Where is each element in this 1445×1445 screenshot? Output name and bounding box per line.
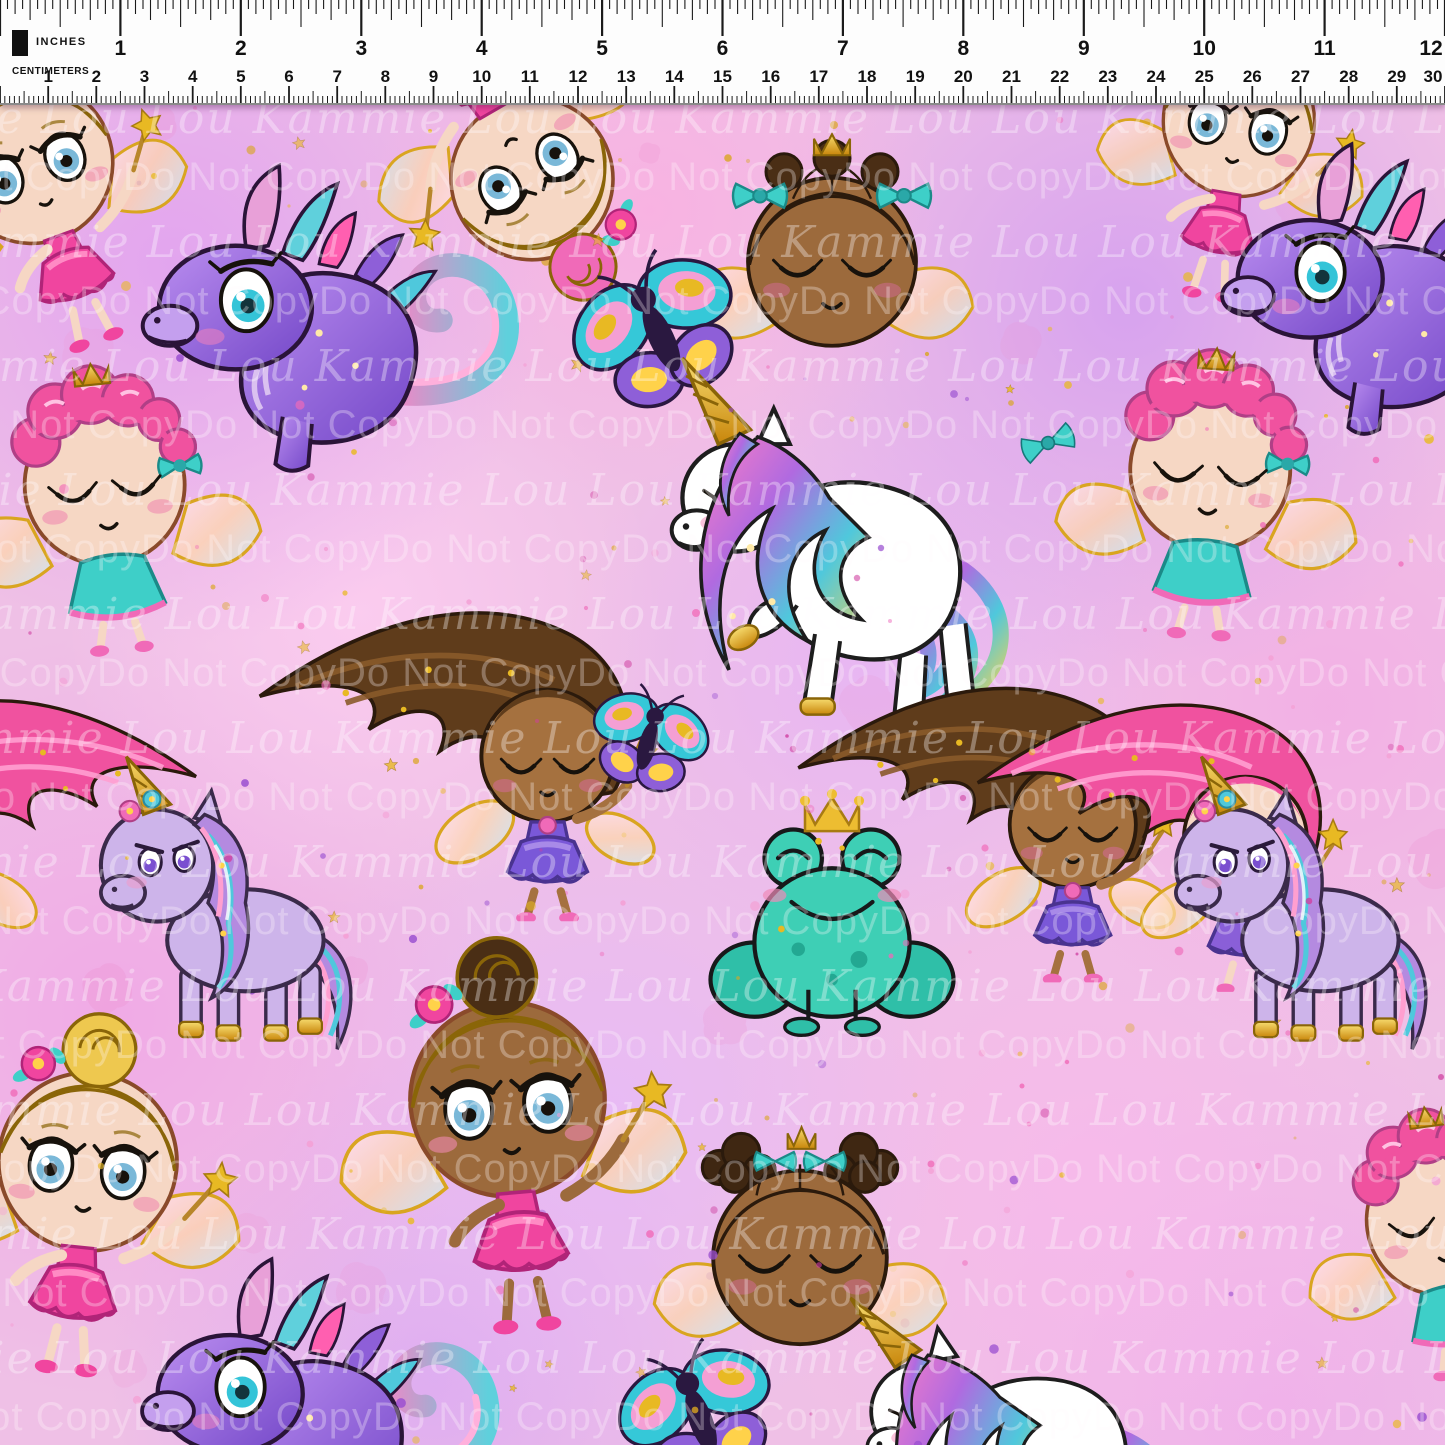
fairy-face-puffs-illustration	[654, 1127, 945, 1344]
cm-number: 7	[332, 67, 341, 86]
unicorn-illustration	[672, 358, 1001, 732]
cm-number: 27	[1291, 67, 1310, 86]
inch-number: 5	[596, 37, 608, 60]
inch-number: 11	[1313, 37, 1336, 60]
cm-number: 26	[1243, 67, 1262, 86]
cm-number: 4	[188, 67, 198, 86]
inch-number: 8	[957, 37, 969, 60]
dragon-illustration	[143, 166, 507, 471]
fairy-curls-illustration	[1286, 1088, 1445, 1398]
cm-number: 23	[1098, 67, 1117, 86]
cm-number: 24	[1147, 67, 1166, 86]
ruler-ticks: 1234567891011121234567891011121314151617…	[0, 0, 1445, 103]
cm-number: 18	[858, 67, 877, 86]
cm-number: 29	[1387, 67, 1406, 86]
fabric-swatch-image: Kammie Lou Lou Kammie Lou Lou Kammie Lou…	[0, 0, 1445, 1445]
cm-number: 10	[472, 67, 491, 86]
inch-number: 12	[1419, 37, 1442, 60]
fairy-curls-illustration	[0, 348, 272, 670]
cm-number: 8	[381, 67, 390, 86]
cm-number: 5	[236, 67, 245, 86]
cm-number: 9	[429, 67, 438, 86]
cm-number: 2	[92, 67, 101, 86]
ruler: INCHES CENTIMETERS 123456789101112123456…	[0, 0, 1445, 105]
ruler-cm-label: CENTIMETERS	[12, 66, 89, 77]
cm-number: 16	[761, 67, 780, 86]
cm-number: 3	[140, 67, 149, 86]
cm-number: 19	[906, 67, 925, 86]
cm-number: 14	[665, 67, 684, 86]
cm-number: 20	[954, 67, 973, 86]
cm-number: 25	[1195, 67, 1214, 86]
dragon-illustration	[142, 1259, 488, 1445]
cm-number: 21	[1002, 67, 1021, 86]
cm-number: 30	[1424, 67, 1443, 86]
cm-number: 12	[569, 67, 588, 86]
frog-prince-illustration	[711, 789, 954, 1035]
ruler-inches-label: INCHES	[36, 36, 87, 48]
inch-number: 2	[235, 37, 247, 60]
cm-number: 13	[617, 67, 636, 86]
inch-number: 3	[355, 37, 367, 60]
cm-number: 17	[809, 67, 828, 86]
cm-number: 6	[284, 67, 293, 86]
motif-layer	[0, 103, 1445, 1445]
cm-number: 15	[713, 67, 732, 86]
inch-number: 7	[837, 37, 849, 60]
inch-number: 10	[1193, 37, 1216, 60]
cm-number: 11	[521, 67, 539, 86]
fabric-pattern-canvas	[0, 103, 1445, 1445]
inch-number: 9	[1078, 37, 1090, 60]
cm-number: 28	[1339, 67, 1358, 86]
hair-bow-illustration	[1019, 422, 1078, 464]
fairy-face-illustration	[691, 134, 973, 346]
cm-number: 22	[1050, 67, 1069, 86]
fairy-ballerina-illustration	[0, 998, 261, 1392]
inch-number: 4	[476, 37, 488, 60]
inch-number: 6	[717, 37, 729, 60]
unicorn-pony-illustration	[101, 757, 351, 1049]
fabric-pattern: Kammie Lou Lou Kammie Lou Lou Kammie Lou…	[0, 103, 1445, 1445]
fairy-curls-illustration	[1048, 338, 1368, 650]
inch-number: 1	[115, 37, 127, 60]
